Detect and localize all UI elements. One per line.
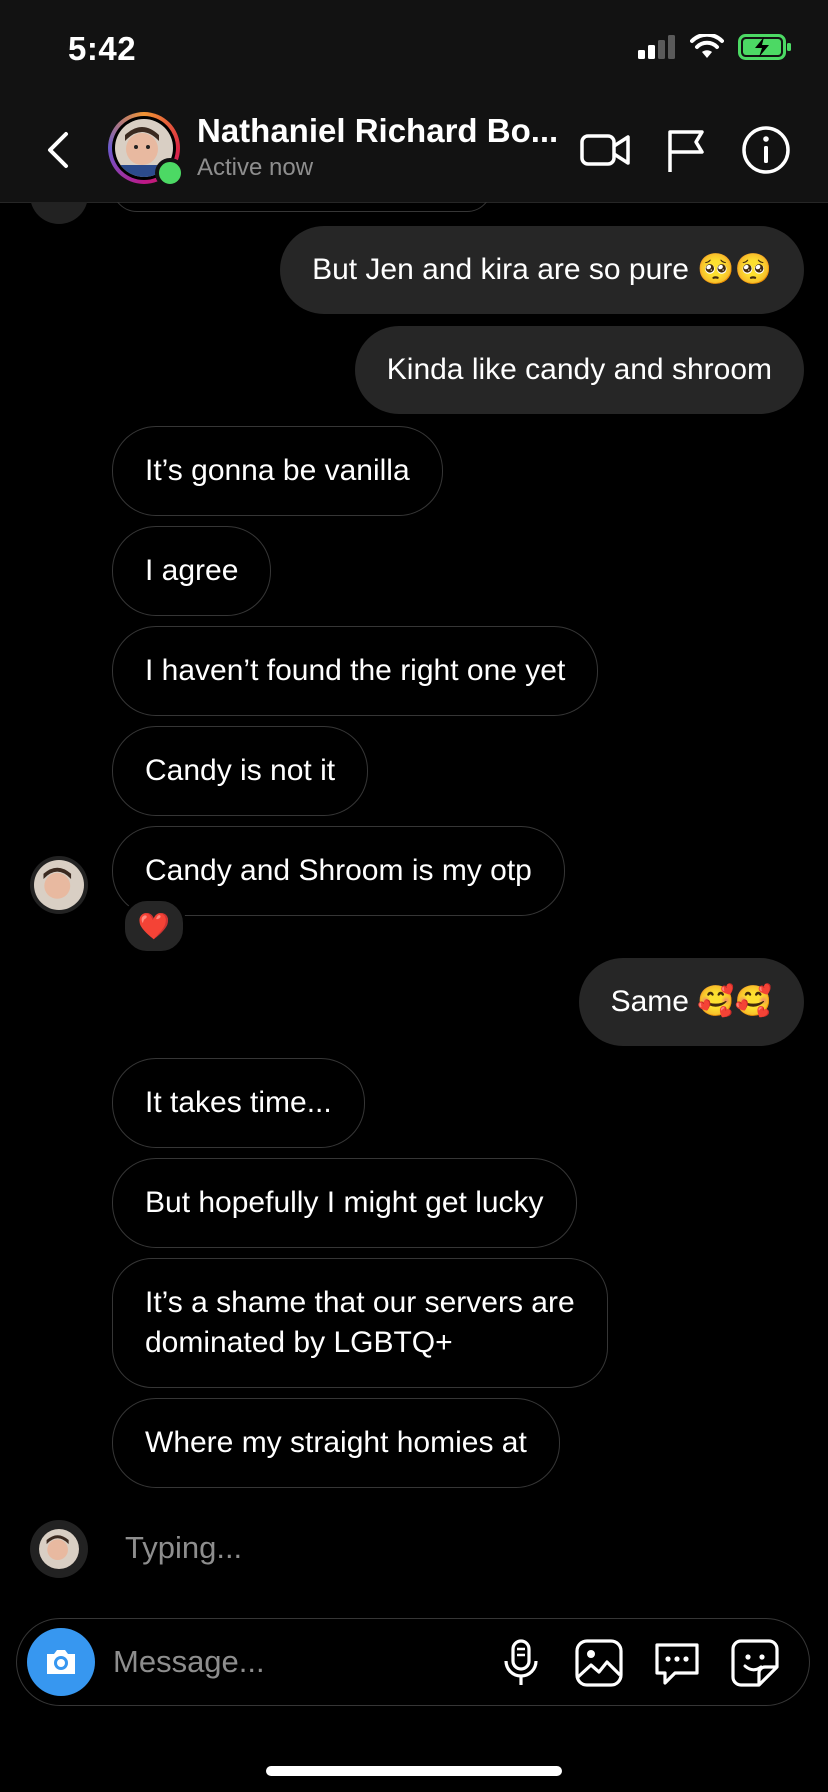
- contact-avatar-small[interactable]: [30, 856, 88, 914]
- message-thread[interactable]: But Jen and kira are so pure 🥺🥺 Kinda li…: [0, 202, 828, 1582]
- video-camera-icon[interactable]: [578, 122, 634, 178]
- flag-icon[interactable]: [658, 122, 714, 178]
- battery-charging-icon: [738, 34, 791, 60]
- message-received-9[interactable]: Where my straight homies at: [112, 1398, 560, 1488]
- message-bubble-partial: [112, 202, 492, 212]
- message-received-8[interactable]: It’s a shame that our servers are domina…: [112, 1258, 608, 1388]
- message-received-1[interactable]: It’s gonna be vanilla: [112, 426, 443, 516]
- message-received-3[interactable]: I haven’t found the right one yet: [112, 626, 599, 716]
- heart-icon: ❤️: [137, 910, 171, 941]
- message-received-6[interactable]: It takes time...: [112, 1058, 365, 1148]
- active-status: Active now: [197, 154, 314, 181]
- typing-indicator: Typing...: [125, 1530, 243, 1565]
- sticker-icon[interactable]: [729, 1637, 781, 1689]
- home-indicator[interactable]: [266, 1766, 562, 1776]
- message-sent-2[interactable]: Kinda like candy and shroom: [354, 326, 804, 414]
- profile-photo: [34, 860, 84, 910]
- camera-button[interactable]: [27, 1628, 95, 1696]
- message-received-7[interactable]: But hopefully I might get lucky: [112, 1158, 577, 1248]
- wifi-icon: [690, 34, 724, 58]
- heart-reaction[interactable]: ❤️: [122, 898, 186, 954]
- message-line: It’s a shame that our servers are: [145, 1286, 575, 1319]
- typing-avatar: [30, 1520, 88, 1578]
- message-received-5[interactable]: Candy and Shroom is my otp: [112, 826, 565, 916]
- message-received-2[interactable]: I agree: [112, 526, 272, 616]
- status-bar: 5:42: [0, 0, 828, 100]
- message-sent-3[interactable]: Same 🥰🥰: [578, 958, 804, 1046]
- chat-header: Nathaniel Richard Bo... Active now: [0, 100, 828, 203]
- contact-avatar-small: [30, 202, 88, 224]
- message-sent-1[interactable]: But Jen and kira are so pure 🥺🥺: [280, 226, 804, 314]
- contact-name[interactable]: Nathaniel Richard Bo...: [197, 112, 562, 150]
- gallery-icon[interactable]: [573, 1637, 625, 1689]
- cellular-signal-icon: [638, 35, 675, 59]
- microphone-icon[interactable]: [495, 1637, 547, 1689]
- status-time: 5:42: [68, 30, 137, 67]
- online-indicator: [155, 158, 185, 188]
- message-line: dominated by LGBTQ+: [145, 1326, 453, 1359]
- info-icon[interactable]: [738, 122, 794, 178]
- chat-bubble-icon[interactable]: [651, 1637, 703, 1689]
- profile-photo: [39, 1529, 79, 1569]
- status-icons: [638, 34, 792, 60]
- message-received-4[interactable]: Candy is not it: [112, 726, 369, 816]
- camera-icon: [47, 1650, 75, 1674]
- message-composer: [16, 1618, 810, 1706]
- back-chevron-icon[interactable]: [38, 122, 78, 178]
- message-input[interactable]: [111, 1637, 445, 1687]
